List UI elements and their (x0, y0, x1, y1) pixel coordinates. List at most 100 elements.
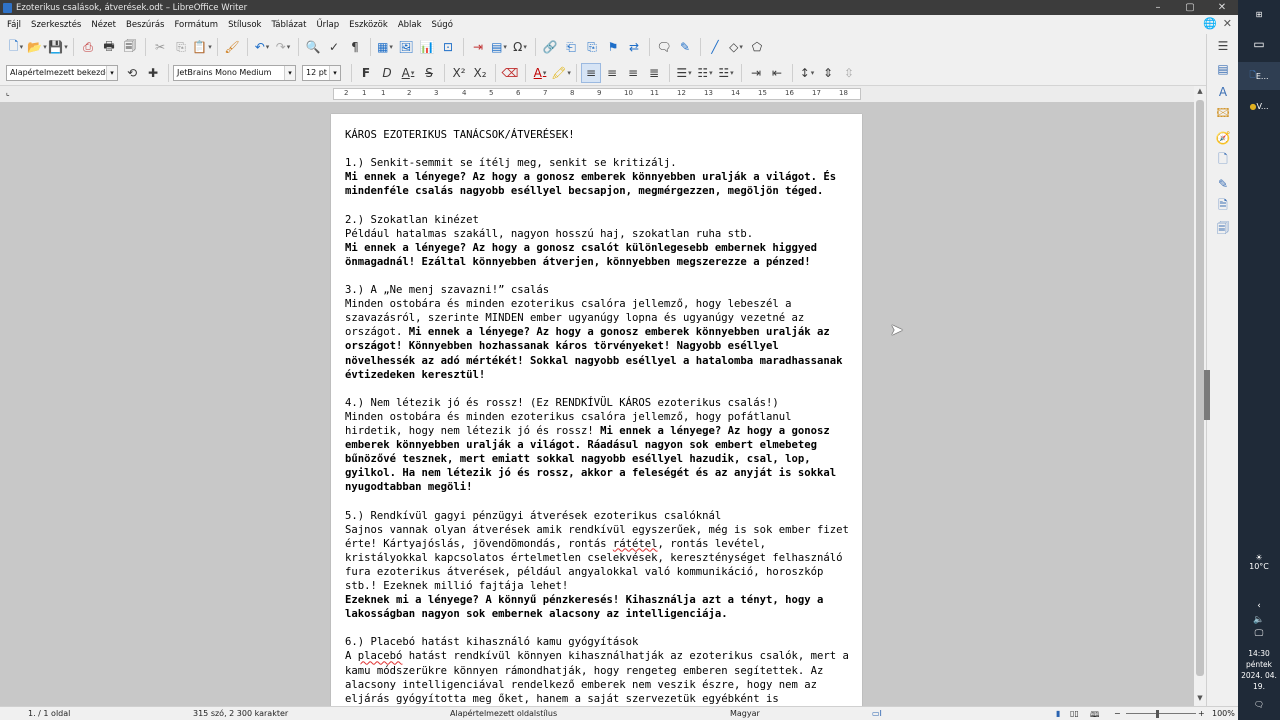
font-color-icon[interactable]: A (530, 63, 550, 83)
page-count[interactable]: 1. / 1 oldal (28, 709, 70, 718)
align-center-icon[interactable]: ≡ (602, 63, 622, 83)
decrease-paragraph-spacing-icon[interactable]: ⇳ (839, 63, 859, 83)
copy-icon[interactable]: ⎘ (171, 37, 191, 57)
chevron-down-icon[interactable]: ▾ (106, 65, 117, 80)
scrollbar-thumb[interactable] (1196, 100, 1204, 676)
scroll-up-icon[interactable]: ▲ (1194, 87, 1206, 95)
styles-icon[interactable]: A (1207, 80, 1239, 103)
paste-icon[interactable]: 📋 (192, 37, 212, 57)
underline-button[interactable]: A (398, 63, 418, 83)
special-character-icon[interactable]: Ω (510, 37, 530, 57)
windows-start-icon[interactable]: ⊞ (1238, 0, 1280, 28)
clear-formatting-icon[interactable]: ⌫ (500, 63, 520, 83)
menu-view[interactable]: Nézet (86, 20, 121, 30)
gallery-icon[interactable]: 🖾 (1207, 103, 1239, 126)
chevron-down-icon[interactable]: ▾ (284, 65, 295, 80)
spelling-icon[interactable]: ✓ (324, 37, 344, 57)
zoom-out-icon[interactable]: − (1114, 709, 1121, 718)
taskbar-clock[interactable]: 14:30 péntek 2024. 04. 19. (1238, 648, 1280, 692)
footnote-icon[interactable]: ⎗ (561, 37, 581, 57)
line-icon[interactable]: ╱ (705, 37, 725, 57)
outline-list-icon[interactable]: ☳ (716, 63, 736, 83)
menu-window[interactable]: Ablak (393, 20, 427, 30)
taskbar-app-chrome[interactable]: ● V... (1238, 92, 1280, 120)
font-size-combo[interactable]: 12 pt ▾ (302, 64, 341, 81)
new-style-icon[interactable]: ✚ (143, 63, 163, 83)
find-replace-icon[interactable]: 🔍 (303, 37, 323, 57)
numbered-list-icon[interactable]: ☷ (695, 63, 715, 83)
menu-edit[interactable]: Szerkesztés (26, 20, 86, 30)
line-spacing-icon[interactable]: ↕ (797, 63, 817, 83)
zoom-slider-thumb[interactable] (1156, 710, 1159, 718)
menu-styles[interactable]: Stílusok (223, 20, 266, 30)
menu-form[interactable]: Űrlap (311, 20, 344, 30)
menu-file[interactable]: Fájl (2, 20, 26, 30)
superscript-icon[interactable]: X² (449, 63, 469, 83)
increase-paragraph-spacing-icon[interactable]: ⇕ (818, 63, 838, 83)
insert-textbox-icon[interactable]: ⊡ (438, 37, 458, 57)
decrease-indent-icon[interactable]: ⇤ (767, 63, 787, 83)
hyperlink-icon[interactable]: 🔗 (540, 37, 560, 57)
menu-help[interactable]: Súgó (427, 20, 458, 30)
bookmark-icon[interactable]: ⚑ (603, 37, 623, 57)
menu-table[interactable]: Táblázat (266, 20, 311, 30)
redo-icon[interactable]: ↷ (273, 37, 293, 57)
zoom-slider[interactable] (1126, 713, 1196, 714)
update-style-icon[interactable]: ⟲ (122, 63, 142, 83)
export-pdf-icon[interactable]: ⎙ (78, 37, 98, 57)
open-folder-icon[interactable]: 📂 (27, 37, 47, 57)
strikethrough-button[interactable]: S (419, 63, 439, 83)
track-changes-icon[interactable]: ✎ (675, 37, 695, 57)
endnote-icon[interactable]: ⎘ (582, 37, 602, 57)
horizontal-ruler[interactable]: 1 2 1 2 3 4 5 6 7 8 9 10 11 12 13 14 15 … (333, 88, 861, 100)
basic-shapes-icon[interactable]: ◇ (726, 37, 746, 57)
sidebar-resize-handle[interactable] (1204, 370, 1210, 420)
new-document-icon[interactable]: 🗋 (6, 37, 26, 57)
print-preview-icon[interactable]: 🗐 (120, 37, 140, 57)
book-view-icon[interactable]: 🕮 (1090, 709, 1099, 720)
selection-mode-icon[interactable]: ▭Ⅰ (872, 709, 882, 718)
document-page[interactable]: KÁROS EZOTERIKUS TANÁCSOK/ÁTVERÉSEK! 1.)… (331, 114, 862, 714)
notifications-icon[interactable]: 🗨 (1238, 690, 1280, 718)
bullet-list-icon[interactable]: ☰ (674, 63, 694, 83)
highlight-color-icon[interactable]: 🖍 (551, 63, 571, 83)
page-style[interactable]: Alapértelmezett oldalstílus (450, 709, 557, 718)
justify-icon[interactable]: ≣ (644, 63, 664, 83)
close-document-icon[interactable]: ✕ (1223, 17, 1232, 30)
menu-tools[interactable]: Eszközök (344, 20, 393, 30)
zoom-in-icon[interactable]: + (1198, 709, 1205, 718)
word-count[interactable]: 315 szó, 2 300 karakter (193, 709, 288, 718)
menu-format[interactable]: Formátum (169, 20, 223, 30)
formatting-marks-icon[interactable]: ¶ (345, 37, 365, 57)
network-icon[interactable]: 🖵 (1238, 620, 1280, 648)
insert-table-icon[interactable]: ▦ (375, 37, 395, 57)
align-right-icon[interactable]: ≡ (623, 63, 643, 83)
bold-button[interactable]: F (356, 63, 376, 83)
document-text[interactable]: KÁROS EZOTERIKUS TANÁCSOK/ÁTVERÉSEK! 1.)… (345, 128, 853, 706)
print-icon[interactable]: 🖶 (99, 37, 119, 57)
comment-icon[interactable]: 🗨 (654, 37, 674, 57)
design-icon[interactable]: 🗐 (1207, 218, 1239, 241)
close-button[interactable]: ✕ (1206, 0, 1238, 15)
text-language[interactable]: Magyar (730, 709, 760, 718)
tab-stop-icon[interactable]: ⌞ (6, 88, 10, 97)
chevron-down-icon[interactable]: ▾ (329, 65, 340, 80)
single-page-view-icon[interactable]: ▮ (1056, 709, 1060, 718)
properties-icon[interactable]: ▤ (1207, 57, 1239, 80)
italic-button[interactable]: D (377, 63, 397, 83)
font-name-combo[interactable]: JetBrains Mono Medium ▾ (173, 64, 296, 81)
navigator-icon[interactable]: 🧭 (1207, 126, 1239, 149)
page-icon[interactable]: 🗋 (1207, 149, 1239, 172)
save-icon[interactable]: 💾 (48, 37, 68, 57)
zoom-level[interactable]: 100% (1212, 709, 1235, 718)
globe-icon[interactable]: 🌐 (1203, 17, 1217, 30)
menu-insert[interactable]: Beszúrás (121, 20, 169, 30)
clone-formatting-icon[interactable]: 🖌 (222, 37, 242, 57)
paragraph-style-combo[interactable]: Alapértelmezett bekezdésstílus ▾ (6, 64, 118, 81)
draw-functions-icon[interactable]: ⬠ (747, 37, 767, 57)
minimize-button[interactable]: – (1142, 0, 1174, 15)
undo-icon[interactable]: ↶ (252, 37, 272, 57)
insert-chart-icon[interactable]: 📊 (417, 37, 437, 57)
cross-reference-icon[interactable]: ⇄ (624, 37, 644, 57)
multi-page-view-icon[interactable]: ▯▯ (1070, 709, 1079, 718)
